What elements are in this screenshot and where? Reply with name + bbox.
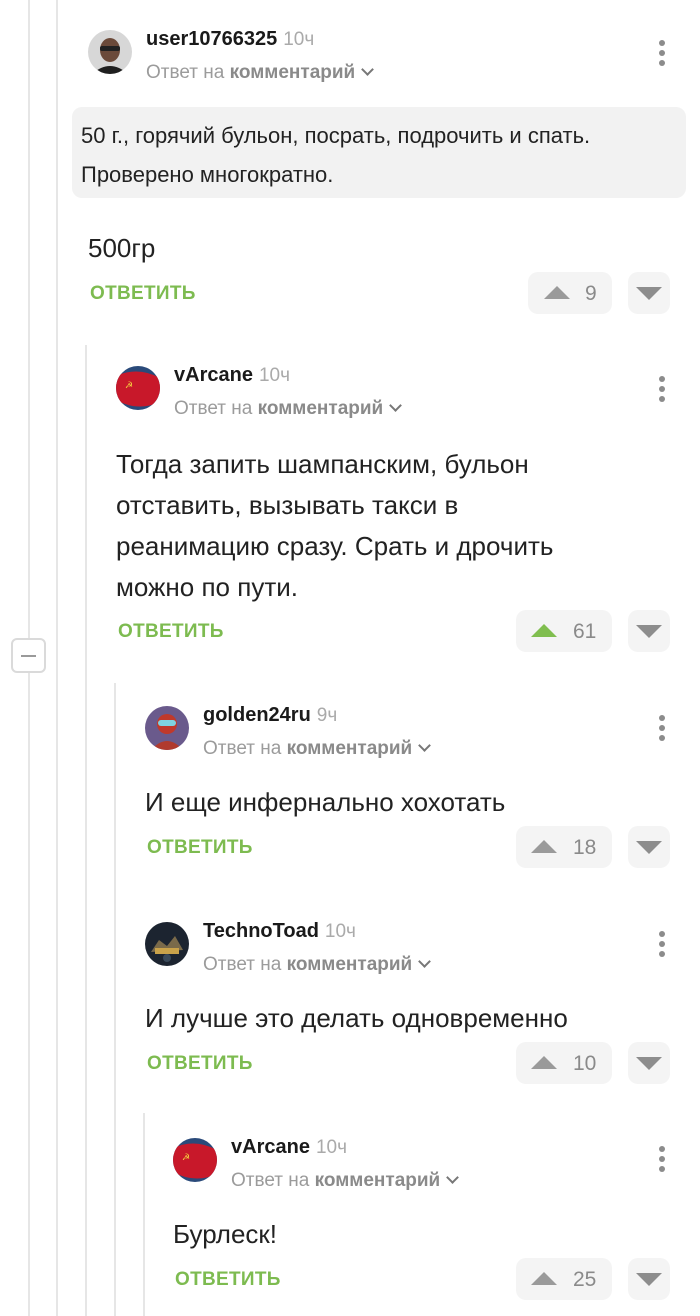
comment-text: Бурлеск! xyxy=(173,1219,277,1249)
thread-line xyxy=(56,0,58,1316)
comment-time: 10ч xyxy=(258,365,290,386)
triangle-up-icon xyxy=(531,1056,557,1069)
reply-button[interactable]: ОТВЕТИТЬ xyxy=(147,837,253,859)
avatar[interactable] xyxy=(88,30,132,74)
avatar[interactable] xyxy=(145,922,189,966)
triangle-up-icon xyxy=(531,1272,557,1285)
comment-time: 9ч xyxy=(316,705,338,726)
svg-text:☭: ☭ xyxy=(125,381,133,391)
kebab-menu-icon[interactable] xyxy=(658,40,666,70)
comment-author[interactable]: vArcane 10ч xyxy=(174,364,290,387)
thread-line xyxy=(143,1113,145,1316)
comment-text: И лучше это делать одновременно xyxy=(145,1003,568,1033)
svg-text:☭: ☭ xyxy=(182,1153,190,1163)
upvote-button[interactable]: 10 xyxy=(516,1042,612,1084)
triangle-down-icon xyxy=(636,841,662,854)
thread-line xyxy=(114,683,116,1316)
quote-line: Проверено многократно. xyxy=(81,162,334,187)
downvote-button[interactable] xyxy=(628,1042,670,1084)
kebab-menu-icon[interactable] xyxy=(658,715,666,745)
comment-time: 10ч xyxy=(324,921,356,942)
reply-to-link[interactable]: Ответ на комментарий xyxy=(146,62,375,84)
quoted-comment[interactable]: 50 г., горячий бульон, посрать, подрочит… xyxy=(72,107,686,198)
kebab-menu-icon[interactable] xyxy=(658,931,666,961)
avatar[interactable]: ☭ xyxy=(116,366,160,410)
collapse-thread-button[interactable] xyxy=(11,638,46,673)
triangle-down-icon xyxy=(636,1273,662,1286)
text-line: можно по пути. xyxy=(116,572,298,602)
rating-count: 61 xyxy=(573,620,597,643)
triangle-down-icon xyxy=(636,625,662,638)
rating-count: 25 xyxy=(573,1268,597,1291)
downvote-button[interactable] xyxy=(628,272,670,314)
rating-count: 10 xyxy=(573,1052,597,1075)
kebab-menu-icon[interactable] xyxy=(658,1146,666,1176)
comment-author[interactable]: golden24ru 9ч xyxy=(203,704,337,727)
text-line: реанимацию сразу. Срать и дрочить xyxy=(116,531,554,561)
text-line: Тогда запить шампанским, бульон xyxy=(116,449,529,479)
chevron-down-icon xyxy=(389,399,403,412)
downvote-button[interactable] xyxy=(628,610,670,652)
comment-author[interactable]: vArcane 10ч xyxy=(231,1136,347,1159)
chevron-down-icon xyxy=(418,739,432,752)
reply-button[interactable]: ОТВЕТИТЬ xyxy=(147,1053,253,1075)
rating-count: 18 xyxy=(573,836,597,859)
triangle-down-icon xyxy=(636,287,662,300)
triangle-up-icon xyxy=(531,840,557,853)
upvote-button[interactable]: 25 xyxy=(516,1258,612,1300)
comment-author[interactable]: user10766325 10ч xyxy=(146,28,314,51)
thread-line xyxy=(28,673,30,1316)
reply-button[interactable]: ОТВЕТИТЬ xyxy=(118,621,224,643)
thread-line xyxy=(85,345,87,1316)
upvote-button[interactable]: 18 xyxy=(516,826,612,868)
text-line: отставить, вызывать такси в xyxy=(116,490,459,520)
thread-line xyxy=(28,0,30,638)
triangle-up-icon xyxy=(544,286,570,299)
chevron-down-icon xyxy=(361,63,375,76)
downvote-button[interactable] xyxy=(628,826,670,868)
comment-time: 10ч xyxy=(283,29,315,50)
reply-to-link[interactable]: Ответ на комментарий xyxy=(203,954,432,976)
chevron-down-icon xyxy=(446,1171,460,1184)
chevron-down-icon xyxy=(418,955,432,968)
reply-to-link[interactable]: Ответ на комментарий xyxy=(231,1170,460,1192)
reply-button[interactable]: ОТВЕТИТЬ xyxy=(175,1269,281,1291)
reply-to-link[interactable]: Ответ на комментарий xyxy=(174,398,403,420)
avatar[interactable] xyxy=(145,706,189,750)
comment-author[interactable]: TechnoToad 10ч xyxy=(203,920,356,943)
triangle-down-icon xyxy=(636,1057,662,1070)
upvote-button[interactable]: 9 xyxy=(528,272,612,314)
quote-line: 50 г., горячий бульон, посрать, подрочит… xyxy=(81,123,591,148)
downvote-button[interactable] xyxy=(628,1258,670,1300)
triangle-up-icon xyxy=(531,624,557,637)
comment-time: 10ч xyxy=(315,1137,347,1158)
kebab-menu-icon[interactable] xyxy=(658,376,666,406)
comment-text: 500гр xyxy=(88,233,156,263)
upvote-button[interactable]: 61 xyxy=(516,610,612,652)
reply-button[interactable]: ОТВЕТИТЬ xyxy=(90,283,196,305)
avatar[interactable]: ☭ xyxy=(173,1138,217,1182)
comment-text: И еще инфернально хохотать xyxy=(145,787,506,817)
rating-count: 9 xyxy=(585,282,597,305)
reply-to-link[interactable]: Ответ на комментарий xyxy=(203,738,432,760)
comment-text: Тогда запить шампанским, бульон отставит… xyxy=(116,444,553,608)
